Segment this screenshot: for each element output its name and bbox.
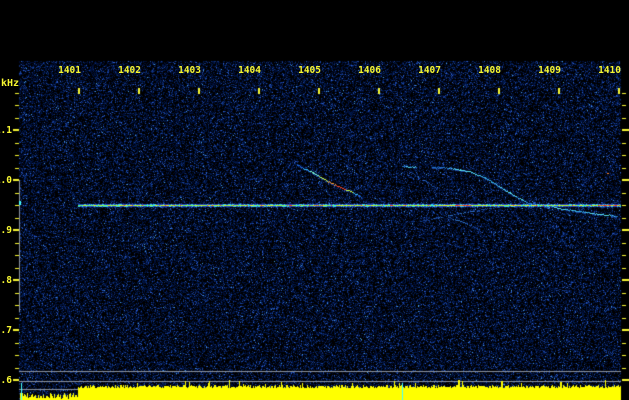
- y-tick-label: 1.0: [0, 175, 12, 186]
- x-tick-label: 1406: [358, 65, 381, 76]
- x-tick-label: 1404: [238, 65, 261, 76]
- y-tick-label: 0.8: [0, 275, 12, 286]
- x-tick-label: 1408: [478, 65, 501, 76]
- y-tick-label: 1.1: [0, 125, 12, 136]
- hrofft-window: H R O F F T 2511251400.png meteor 25.11.…: [0, 0, 629, 400]
- y-tick-label: 0.7: [0, 325, 12, 336]
- x-tick-label: 1401: [58, 65, 81, 76]
- x-tick-label: 1410: [598, 65, 621, 76]
- x-tick-label: 1402: [118, 65, 141, 76]
- y-tick-label: 0.6: [0, 375, 12, 386]
- spectrogram-canvas: [0, 0, 629, 400]
- y-axis-unit-label: kHz: [1, 78, 20, 89]
- x-tick-label: 1403: [178, 65, 201, 76]
- y-tick-label: 0.9: [0, 225, 12, 236]
- x-tick-label: 1405: [298, 65, 321, 76]
- x-tick-label: 1409: [538, 65, 561, 76]
- x-tick-label: 1407: [418, 65, 441, 76]
